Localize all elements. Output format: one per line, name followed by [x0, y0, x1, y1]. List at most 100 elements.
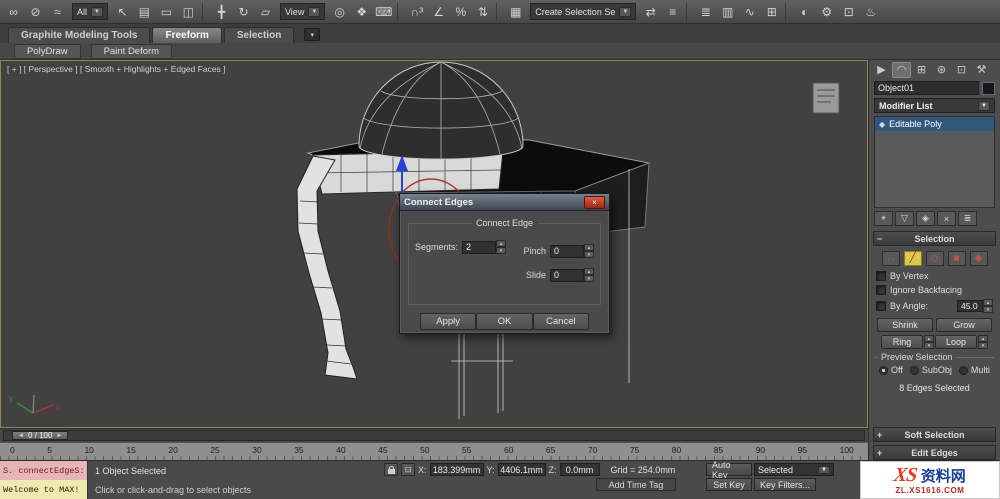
selection-lock-toggle[interactable] [384, 463, 398, 476]
render-production-icon[interactable]: ♨ [860, 2, 881, 22]
keyboard-override-icon[interactable]: ⌨ [373, 2, 394, 22]
loop-button[interactable]: Loop [935, 335, 977, 349]
modify-tab[interactable]: ◠ [892, 61, 911, 78]
display-tab[interactable]: ⊡ [952, 62, 971, 78]
render-setup-icon[interactable]: ⚙ [816, 2, 837, 22]
apply-button[interactable]: Apply [420, 313, 477, 330]
unlink-selection-icon[interactable]: ⊘ [25, 2, 46, 22]
x-coord-field[interactable]: 183.399mm [429, 463, 484, 476]
window-crossing-icon[interactable]: ◫ [178, 2, 199, 22]
selection-filter-dropdown[interactable]: All ▼ [72, 3, 108, 20]
make-unique-button[interactable]: ◈ [916, 211, 935, 226]
snap-toggle-3d-icon[interactable]: ∩³ [406, 2, 427, 22]
dialog-close-button[interactable]: × [584, 195, 605, 209]
segments-value[interactable]: 2 [462, 240, 497, 254]
preview-subobj-radio[interactable]: SubObj [909, 365, 952, 375]
polydraw-panel-button[interactable]: PolyDraw [14, 43, 81, 59]
vertex-mode-icon[interactable]: ∴ [881, 251, 900, 266]
perspective-viewport[interactable]: x y [ + ] [ Perspective ] [ Smooth + Hig… [0, 60, 868, 428]
stack-item-editable-poly[interactable]: ◆ Editable Poly [875, 117, 994, 131]
soft-selection-rollout-header[interactable]: + Soft Selection [873, 427, 996, 442]
named-selection-set-dropdown[interactable]: Create Selection Se ▼ [530, 3, 637, 20]
spinner-down-icon[interactable]: ▾ [584, 275, 594, 282]
select-and-manipulate-icon[interactable]: ❖ [351, 2, 372, 22]
time-slider[interactable]: ◄ 0 / 100 ► [12, 431, 69, 440]
spinner-up-icon[interactable]: ▴ [496, 240, 507, 247]
tab-freeform[interactable]: Freeform [152, 27, 222, 43]
by-angle-row[interactable]: By Angle: 45.0 ▴ ▾ [869, 297, 1000, 315]
use-pivot-center-icon[interactable]: ◎ [329, 2, 350, 22]
timeslider-prev-icon[interactable]: ◄ [18, 433, 24, 439]
spinner-up-icon[interactable]: ▴ [983, 299, 993, 306]
by-angle-checkbox[interactable] [876, 301, 886, 311]
by-vertex-checkbox[interactable] [876, 271, 886, 281]
object-color-swatch[interactable] [982, 81, 995, 95]
configure-modifier-sets-button[interactable]: ≣ [958, 211, 977, 226]
absolute-mode-toggle[interactable]: ⊡ [401, 463, 415, 476]
spinner-up-icon[interactable]: ▴ [584, 244, 594, 251]
dialog-titlebar[interactable]: Connect Edges × [400, 194, 609, 211]
modifier-list-dropdown[interactable]: Modifier List ▼ [874, 98, 995, 113]
by-vertex-row[interactable]: By Vertex [869, 269, 1000, 283]
preview-off-radio[interactable]: Off [879, 365, 903, 375]
edge-mode-icon[interactable]: ╱ [903, 251, 922, 266]
ignore-backfacing-row[interactable]: Ignore Backfacing [869, 283, 1000, 297]
paint-deform-panel-button[interactable]: Paint Deform [90, 43, 173, 59]
cancel-button[interactable]: Cancel [532, 313, 589, 330]
reference-coordinate-dropdown[interactable]: View ▼ [279, 3, 326, 20]
show-end-result-button[interactable]: ▽ [895, 211, 914, 226]
percent-snap-icon[interactable]: % [450, 2, 471, 22]
align-icon[interactable]: ≡ [662, 2, 683, 22]
tab-selection[interactable]: Selection [223, 27, 295, 43]
timeslider-next-icon[interactable]: ► [56, 433, 62, 439]
selection-rollout-header[interactable]: − Selection [873, 231, 996, 246]
spinner-up-icon[interactable]: ▴ [924, 335, 934, 342]
spinner-down-icon[interactable]: ▾ [924, 342, 934, 349]
ribbon-minimize-icon[interactable]: ▾ [304, 28, 321, 41]
create-tab[interactable]: ▶ [872, 62, 891, 78]
spinner-down-icon[interactable]: ▾ [978, 342, 988, 349]
add-time-tag-button[interactable]: Add Time Tag [596, 478, 676, 491]
selection-region-icon[interactable]: ▭ [156, 2, 177, 22]
select-and-scale-icon[interactable]: ▱ [255, 2, 276, 22]
ring-button[interactable]: Ring [881, 335, 923, 349]
edit-named-selection-sets-icon[interactable]: ▦ [505, 2, 526, 22]
ignore-backfacing-checkbox[interactable] [876, 285, 886, 295]
maxscript-mini-listener[interactable]: S. connectEdgeS: Welcome to MAX! [0, 461, 88, 499]
tab-graphite-modeling-tools[interactable]: Graphite Modeling Tools [8, 27, 151, 43]
auto-key-button[interactable]: Auto Key [706, 460, 752, 480]
preview-multi-radio[interactable]: Multi [958, 365, 990, 375]
curve-editor-icon[interactable]: ∿ [739, 2, 760, 22]
pinch-value[interactable]: 0 [550, 244, 584, 258]
rendered-frame-icon[interactable]: ⊡ [838, 2, 859, 22]
slide-value[interactable]: 0 [550, 268, 584, 282]
y-coord-field[interactable]: 4406.1mm [497, 463, 546, 476]
spinner-down-icon[interactable]: ▾ [496, 247, 507, 254]
graphite-ribbon-toggle-icon[interactable]: ▥ [717, 2, 738, 22]
select-by-name-icon[interactable]: ▤ [134, 2, 155, 22]
time-slider-track[interactable]: ◄ 0 / 100 ► [3, 430, 865, 441]
listener-output-line[interactable]: Welcome to MAX! [0, 480, 87, 499]
pin-stack-button[interactable]: ⌖ [874, 211, 893, 226]
select-object-icon[interactable]: ↖ [112, 2, 133, 22]
viewport-label[interactable]: [ + ] [ Perspective ] [ Smooth + Highlig… [7, 64, 226, 74]
hierarchy-tab[interactable]: ⊞ [912, 62, 931, 78]
schematic-view-icon[interactable]: ⊞ [761, 2, 782, 22]
track-bar[interactable]: 0 5 10 15 20 25 30 35 40 45 50 55 60 65 70 75 80 85 90 95 10… [0, 442, 868, 460]
layer-manager-icon[interactable]: ≣ [695, 2, 716, 22]
ok-button[interactable]: OK [476, 313, 533, 330]
remove-modifier-button[interactable]: × [937, 211, 956, 226]
select-and-move-icon[interactable]: ╋ [211, 2, 232, 22]
grow-button[interactable]: Grow [936, 318, 992, 332]
edit-edges-rollout-header[interactable]: + Edit Edges [873, 445, 996, 460]
listener-macro-line[interactable]: S. connectEdgeS: [0, 461, 87, 480]
object-name-field[interactable]: Object01 [874, 81, 979, 95]
motion-tab[interactable]: ⊛ [932, 62, 951, 78]
modifier-stack[interactable]: ◆ Editable Poly [874, 116, 995, 208]
utilities-tab[interactable]: ⚒ [972, 62, 991, 78]
by-angle-value[interactable]: 45.0 [957, 300, 983, 312]
spinner-up-icon[interactable]: ▴ [978, 335, 988, 342]
spinner-snap-icon[interactable]: ⇅ [472, 2, 493, 22]
angle-snap-icon[interactable]: ∠ [428, 2, 449, 22]
select-and-link-icon[interactable]: ∞ [3, 2, 24, 22]
